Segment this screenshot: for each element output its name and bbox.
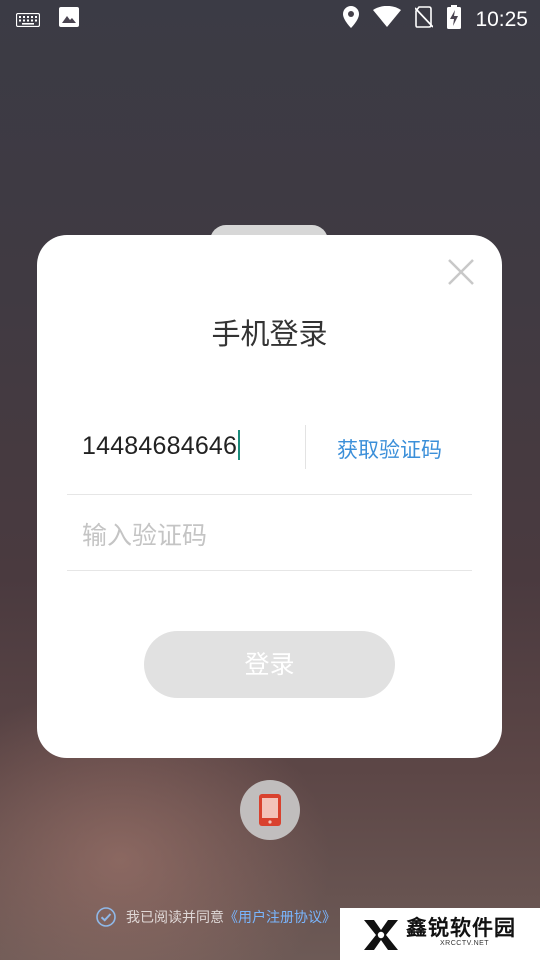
text-caret bbox=[238, 430, 241, 461]
mobile-phone-icon bbox=[259, 794, 281, 826]
image-icon bbox=[58, 6, 80, 33]
phone-number-value: 14484684646 bbox=[82, 432, 238, 460]
dialog-title: 手机登录 bbox=[211, 317, 328, 351]
wifi-icon bbox=[373, 5, 402, 33]
agreement-text: 我已阅读并同意 bbox=[126, 910, 224, 926]
get-code-button[interactable]: 获取验证码 bbox=[337, 434, 442, 464]
close-icon bbox=[448, 259, 474, 285]
watermark-subtext: XRCCTV.NET bbox=[440, 940, 490, 947]
phone-login-dialog: 手机登录 14484684646 获取验证码 输入验证码 登录 bbox=[37, 235, 502, 758]
location-icon bbox=[343, 6, 360, 33]
agreement-checkbox-icon[interactable] bbox=[96, 907, 116, 927]
watermark: 鑫锐软件园 XRCCTV.NET bbox=[340, 908, 540, 960]
login-screen: 10:25 手机登录 14484684646 获取验证码 输入验证码 登录 我已… bbox=[0, 0, 540, 960]
user-agreement-link[interactable]: 《用户注册协议》 bbox=[224, 907, 336, 927]
battery-charging-icon bbox=[447, 5, 462, 34]
agreement-row: 我已阅读并同意 《用户注册协议》 bbox=[96, 905, 336, 929]
watermark-name: 鑫锐软件园 bbox=[406, 916, 516, 940]
no-sim-icon bbox=[414, 6, 435, 33]
close-button[interactable] bbox=[444, 255, 478, 289]
login-button[interactable]: 登录 bbox=[144, 631, 395, 698]
phone-row: 14484684646 获取验证码 bbox=[67, 418, 472, 495]
field-divider bbox=[305, 425, 306, 469]
keyboard-icon bbox=[15, 8, 41, 32]
status-bar: 10:25 bbox=[0, 0, 540, 36]
code-row: 输入验证码 bbox=[67, 494, 472, 571]
verification-code-input[interactable]: 输入验证码 bbox=[82, 516, 207, 552]
watermark-logo-icon bbox=[364, 920, 398, 950]
phone-login-button[interactable] bbox=[240, 780, 300, 840]
phone-number-input[interactable]: 14484684646 bbox=[82, 430, 241, 461]
status-time: 10:25 bbox=[475, 7, 528, 31]
